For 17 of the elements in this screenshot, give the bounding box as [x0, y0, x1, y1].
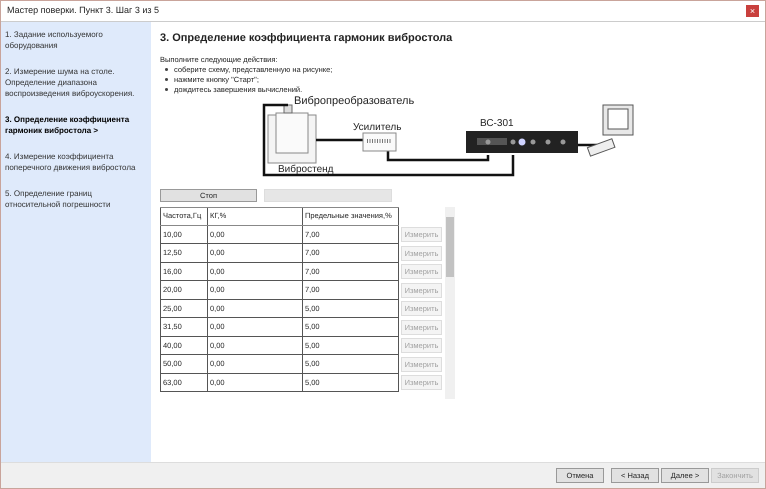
- amplifier-label: Усилитель: [353, 122, 402, 132]
- bullet-icon: [165, 78, 168, 81]
- close-button[interactable]: ×: [746, 5, 759, 17]
- bullet-icon: [165, 88, 168, 91]
- step-item[interactable]: 1. Задание используемого оборудования: [5, 29, 147, 51]
- step-item[interactable]: 2. Измерение шума на столе. Определение диапазона воспроизведения виброускорения.: [5, 66, 147, 99]
- device-label: ВС-301: [480, 118, 514, 128]
- computer-drawing: [586, 104, 634, 156]
- stand-label: Вибростенд: [278, 164, 334, 174]
- bullet-icon: [165, 68, 168, 71]
- step-item[interactable]: 4. Измерение коэффициента поперечного движения вибростола: [5, 151, 147, 173]
- step-item[interactable]: 3. Определение коэффициента гармоник вибростола >: [5, 114, 147, 136]
- amplifier-drawing: [362, 132, 396, 151]
- section-heading: 3. Определение коэффициента гармоник вибростола: [160, 31, 454, 46]
- step-item[interactable]: 5. Определение границ относительной погрешности: [5, 188, 147, 210]
- sensor-label: Вибропреобразователь: [294, 94, 414, 106]
- window-title: Мастер поверки. Пункт 3. Шаг 3 из 5: [7, 4, 159, 18]
